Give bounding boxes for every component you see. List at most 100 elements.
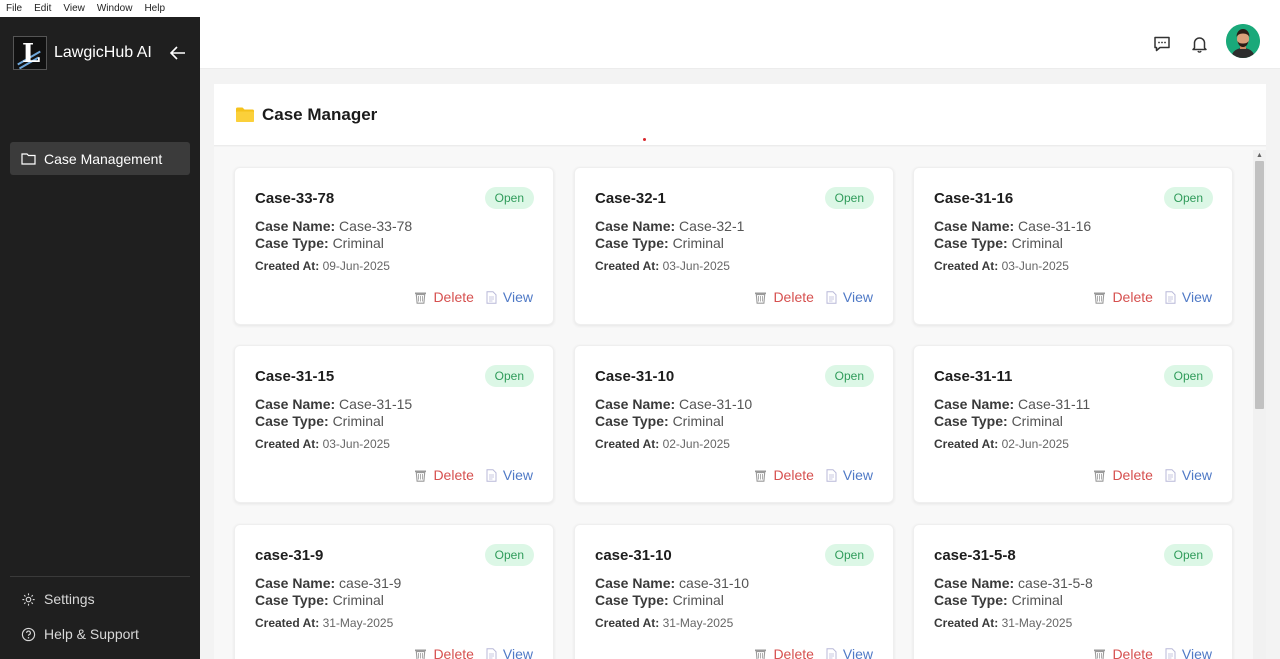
created-at-label: Created At: [934,259,999,273]
menu-edit[interactable]: Edit [34,3,51,14]
view-label: View [842,467,873,483]
case-code: case-31-9 [255,547,324,564]
case-type-value: Criminal [672,235,724,251]
case-actions: Delete View [414,646,533,659]
case-code: Case-33-78 [255,190,335,207]
sidebar-item-settings[interactable]: Settings [21,591,95,607]
view-button[interactable]: View [826,289,873,305]
trash-icon [755,292,767,304]
view-button[interactable]: View [486,646,533,659]
menu-window[interactable]: Window [97,3,133,14]
view-label: View [502,467,533,483]
delete-button[interactable]: Delete [1093,646,1153,659]
case-card[interactable]: Case-31-10 Open Case Name: Case-31-10 Case … [574,345,894,503]
case-name-value: case-31-5-8 [1018,575,1093,591]
created-at-label: Created At: [255,259,320,273]
case-card[interactable]: Case-32-1 Open Case Name: Case-32-1 Case Ty… [574,167,894,325]
case-name-row: Case Name: Case-31-10 [595,396,752,412]
view-button[interactable]: View [486,289,533,305]
created-at-label: Created At: [934,616,999,630]
view-button[interactable]: View [826,467,873,483]
created-at-value: 02-Jun-2025 [1001,437,1069,451]
view-button[interactable]: View [826,646,873,659]
delete-button[interactable]: Delete [1093,289,1153,305]
document-icon [1165,647,1176,659]
case-actions: Delete View [754,289,873,305]
case-card[interactable]: case-31-5-8 Open Case Name: case-31-5-8 Cas… [913,524,1233,659]
case-name-value: Case-31-11 [1018,396,1091,412]
status-badge: Open [824,187,874,209]
trash-icon [1094,470,1106,482]
case-type-row: Case Type: Criminal [595,592,724,608]
delete-button[interactable]: Delete [754,646,814,659]
page-header: Case Manager [214,84,1266,146]
delete-button[interactable]: Delete [414,646,474,659]
case-card[interactable]: Case-31-16 Open Case Name: Case-31-16 Case … [913,167,1233,325]
created-at-value: 03-Jun-2025 [322,437,390,451]
case-name-row: Case Name: Case-32-1 [595,218,744,234]
case-type-row: Case Type: Criminal [595,413,724,429]
scrollbar-thumb[interactable] [1255,161,1264,409]
menu-file[interactable]: File [6,3,22,14]
delete-button[interactable]: Delete [1093,467,1153,483]
delete-button[interactable]: Delete [754,467,814,483]
menu-view[interactable]: View [63,3,85,14]
case-code: Case-31-10 [595,368,675,385]
sidebar-item-case-management[interactable]: Case Management [10,142,190,175]
created-at-row: Created At: 31-May-2025 [595,616,733,630]
view-button[interactable]: View [486,467,533,483]
avatar-image [1226,24,1260,58]
document-icon [486,290,497,304]
created-at-label: Created At: [595,259,660,273]
arrow-left-icon [170,46,185,60]
trash-icon [1094,649,1106,659]
created-at-row: Created At: 02-Jun-2025 [595,437,730,451]
delete-button[interactable]: Delete [414,289,474,305]
view-button[interactable]: View [1165,467,1212,483]
delete-label: Delete [773,289,814,305]
scroll-up-arrow[interactable]: ▲ [1253,150,1266,160]
delete-button[interactable]: Delete [414,467,474,483]
created-at-row: Created At: 03-Jun-2025 [595,259,730,273]
case-name-value: Case-32-1 [679,218,745,234]
document-icon [826,647,837,659]
delete-label: Delete [433,467,474,483]
scrollbar[interactable]: ▲ [1253,150,1266,659]
document-icon [486,468,497,482]
view-button[interactable]: View [1165,646,1212,659]
status-badge: Open [484,544,534,566]
app-menubar: File Edit View Window Help [0,0,1280,17]
case-name-label: Case Name: [595,575,676,591]
created-at-label: Created At: [595,616,660,630]
case-card[interactable]: Case-31-15 Open Case Name: Case-31-15 Case … [234,345,554,503]
case-card[interactable]: case-31-9 Open Case Name: case-31-9 Case Ty… [234,524,554,659]
created-at-value: 03-Jun-2025 [662,259,730,273]
menu-help[interactable]: Help [144,3,165,14]
case-card[interactable]: Case-31-11 Open Case Name: Case-31-11 Case … [913,345,1233,503]
user-avatar[interactable] [1226,24,1260,58]
case-type-row: Case Type: Criminal [934,413,1063,429]
view-label: View [1181,646,1212,659]
case-card[interactable]: Case-33-78 Open Case Name: Case-33-78 Case … [234,167,554,325]
chat-button[interactable] [1151,33,1173,55]
delete-label: Delete [433,646,474,659]
view-label: View [502,646,533,659]
case-actions: Delete View [1093,289,1212,305]
view-button[interactable]: View [1165,289,1212,305]
chat-icon [1154,36,1170,52]
case-name-label: Case Name: [595,218,676,234]
notifications-button[interactable] [1188,33,1210,55]
trash-icon [415,470,427,482]
folder-icon [236,107,254,122]
brand: L LawgicHub AI [13,36,152,70]
document-icon [826,290,837,304]
case-type-row: Case Type: Criminal [595,235,724,251]
trash-icon [415,649,427,659]
case-card[interactable]: case-31-10 Open Case Name: case-31-10 Case … [574,524,894,659]
document-icon [1165,468,1176,482]
case-actions: Delete View [414,467,533,483]
case-type-value: Criminal [332,592,384,608]
sidebar-item-help[interactable]: Help & Support [21,626,139,642]
collapse-sidebar-button[interactable] [168,43,188,63]
delete-button[interactable]: Delete [754,289,814,305]
